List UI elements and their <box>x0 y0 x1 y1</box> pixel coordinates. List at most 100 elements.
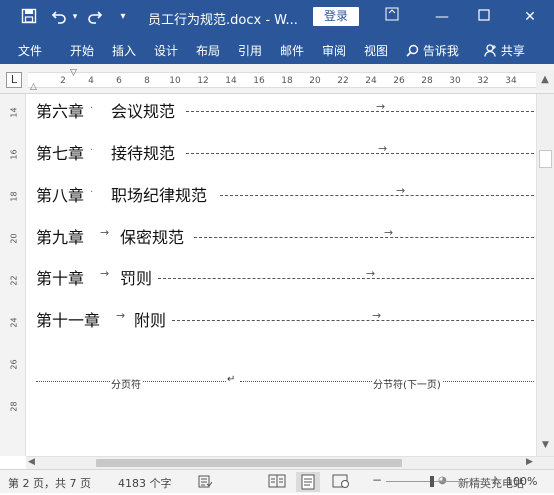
tab-arrow-icon: → <box>100 267 110 280</box>
tab-home[interactable]: 开始 <box>70 42 94 59</box>
vruler-tick: 14 <box>9 107 19 118</box>
page-info[interactable]: 第 2 页，共 7 页 <box>8 475 91 491</box>
section-break[interactable]: 分节符(下一页) <box>240 376 534 391</box>
ruler-tick: 6 <box>116 76 122 86</box>
tab-view[interactable]: 视图 <box>364 42 388 59</box>
tab-arrow-icon: → <box>100 226 110 239</box>
tab-insert[interactable]: 插入 <box>112 42 136 59</box>
ruler-tick: 30 <box>449 76 461 86</box>
window-title: 员工行为规范.docx - W... <box>148 9 298 28</box>
toc-entry[interactable]: 第十章 → 罚则 → <box>36 265 534 289</box>
chapter-label: 第十一章 <box>36 311 101 330</box>
chapter-title: 罚则 <box>120 269 153 288</box>
space-mark: · <box>90 187 94 198</box>
tab-leader <box>186 111 534 112</box>
proofing-icon[interactable] <box>198 475 213 491</box>
toc-entry[interactable]: 第八章 · 职场纪律规范 → <box>36 182 534 206</box>
tab-file[interactable]: 文件 <box>18 42 42 59</box>
page-break[interactable]: 分页符 ↵ <box>36 374 237 391</box>
ruler-tick: 26 <box>393 76 405 86</box>
scroll-down-icon[interactable]: ▼ <box>537 440 554 454</box>
toc-entry[interactable]: 第七章 · 接待规范 → <box>36 140 534 164</box>
tab-selector-button[interactable]: L <box>6 72 22 88</box>
tab-leader <box>220 195 534 196</box>
app-suffix: - W... <box>265 13 298 28</box>
doc-title: 员工行为规范.docx <box>148 13 262 28</box>
toc-entry[interactable]: 第十一章 → 附则 → <box>36 307 534 331</box>
vruler-tick: 20 <box>9 233 19 244</box>
tab-arrow-icon: → <box>366 267 376 280</box>
ruler-tick: 10 <box>169 76 181 86</box>
toc-entry[interactable]: 第六章 · 会议规范 → <box>36 98 534 122</box>
chapter-title: 接待规范 <box>111 144 176 163</box>
read-mode-icon[interactable] <box>268 473 288 491</box>
tab-leader <box>158 278 534 279</box>
login-button[interactable]: 登录 <box>313 7 359 26</box>
status-bar: 第 2 页，共 7 页 4183 个字 − ◕ 新精英充电站 + 100% <box>0 469 554 493</box>
zoom-slider-thumb[interactable] <box>430 476 434 487</box>
horizontal-scrollbar[interactable]: ◀ ▶ <box>26 456 554 469</box>
vruler-tick: 22 <box>9 275 19 286</box>
ruler-tick: 14 <box>225 76 237 86</box>
print-layout-icon[interactable] <box>296 472 320 492</box>
tab-references[interactable]: 引用 <box>238 42 262 59</box>
zoom-slider[interactable] <box>386 481 486 482</box>
section-break-label: 分节符(下一页) <box>372 376 442 391</box>
vruler-tick: 18 <box>9 191 19 202</box>
web-layout-icon[interactable] <box>332 473 352 491</box>
scroll-thumb[interactable] <box>539 150 552 168</box>
zoom-out-icon[interactable]: − <box>372 473 382 487</box>
tab-arrow-icon: → <box>396 184 406 197</box>
horizontal-ruler[interactable]: L ▽ △ 2 4 6 8 10 12 14 16 18 20 22 24 26… <box>0 64 554 94</box>
scroll-right-icon[interactable]: ▶ <box>526 457 533 467</box>
zoom-level[interactable]: 100% <box>506 475 537 488</box>
scroll-up-icon[interactable]: ▲ <box>536 70 554 90</box>
ruler-tick: 16 <box>253 76 265 86</box>
chapter-label: 第九章 <box>36 228 85 247</box>
zoom-in-icon[interactable]: + <box>490 473 500 487</box>
space-mark: · <box>90 145 94 156</box>
ruler-tick: 28 <box>421 76 433 86</box>
chapter-label: 第六章 <box>36 102 85 121</box>
title-bar: ▾ ▾ 员工行为规范.docx - W... 登录 — ✕ <box>0 0 554 34</box>
chapter-title: 职场纪律规范 <box>111 186 208 205</box>
document-page[interactable]: 第六章 · 会议规范 → 第七章 · 接待规范 → 第八章 · 职场纪律规范 →… <box>28 94 534 456</box>
maximize-icon[interactable] <box>472 6 496 28</box>
left-indent-marker[interactable]: △ <box>30 82 37 92</box>
minimize-icon[interactable]: — <box>430 6 454 28</box>
tell-me-button[interactable]: 告诉我 <box>406 42 459 59</box>
share-button[interactable]: 共享 <box>484 42 525 59</box>
ruler-tick: 8 <box>144 76 150 86</box>
tab-review[interactable]: 审阅 <box>322 42 346 59</box>
chapter-label: 第八章 <box>36 186 85 205</box>
tab-layout[interactable]: 布局 <box>196 42 220 59</box>
search-icon <box>406 44 419 57</box>
scroll-left-icon[interactable]: ◀ <box>28 457 35 467</box>
save-icon[interactable] <box>20 8 38 26</box>
vruler-tick: 16 <box>9 149 19 160</box>
ruler-tick: 4 <box>88 76 94 86</box>
customize-icon[interactable]: ▾ <box>114 8 132 26</box>
hscroll-thumb[interactable] <box>96 459 402 467</box>
tab-leader <box>172 320 534 321</box>
vertical-scrollbar[interactable]: ▼ <box>536 94 554 456</box>
redo-icon[interactable] <box>86 8 104 26</box>
ribbon-display-icon[interactable] <box>380 6 404 28</box>
vruler-tick: 28 <box>9 401 19 412</box>
vruler-tick: 24 <box>9 317 19 328</box>
word-count[interactable]: 4183 个字 <box>118 475 172 491</box>
watermark-badge: ◕ 新精英充电站 <box>438 475 524 490</box>
ruler-tick: 34 <box>505 76 517 86</box>
tab-mailings[interactable]: 邮件 <box>280 42 304 59</box>
undo-dropdown-icon[interactable]: ▾ <box>66 8 84 26</box>
space-mark: · <box>90 103 94 114</box>
paragraph-mark: ↵ <box>226 374 237 385</box>
vertical-ruler[interactable]: 14 16 18 20 22 24 26 28 <box>0 94 26 456</box>
tab-arrow-icon: → <box>384 226 394 239</box>
tab-design[interactable]: 设计 <box>154 42 178 59</box>
ruler-tick: 18 <box>281 76 293 86</box>
ruler-tick: 32 <box>477 76 489 86</box>
toc-entry[interactable]: 第九章 → 保密规范 → <box>36 224 534 248</box>
close-icon[interactable]: ✕ <box>518 6 542 28</box>
ruler-tick: 24 <box>365 76 377 86</box>
